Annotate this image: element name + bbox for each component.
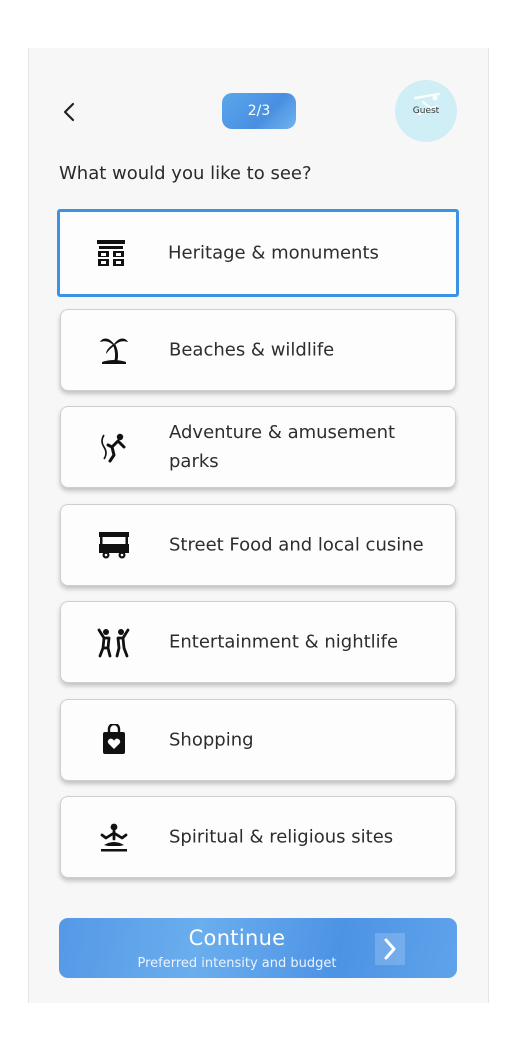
option-heritage[interactable]: Heritage & monuments [57,209,459,297]
people-dancing-icon [97,625,131,659]
question-prompt: What would you like to see? [59,163,312,184]
option-label: Shopping [169,729,254,751]
option-label: Entertainment & nightlife [169,631,399,653]
option-label: Adventure & amusement parks [169,422,396,472]
option-label: Street Food and local cusine [169,534,424,556]
monument-icon [94,236,128,270]
option-label: Beaches & wildlife [169,339,335,361]
palm-tree-icon [97,333,131,367]
option-adventure[interactable]: Adventure & amusement parks [60,406,456,488]
option-entertainment[interactable]: Entertainment & nightlife [60,601,456,683]
bungee-jump-icon [97,430,131,464]
chevron-left-icon [63,102,75,122]
continue-subtitle: Preferred intensity and budget [137,956,337,971]
option-label: Heritage & monuments [168,242,379,264]
option-label: Spiritual & religious sites [169,826,394,848]
chevron-right-icon [375,933,405,965]
step-indicator: 2/3 [222,93,296,129]
guest-avatar[interactable]: Guest [395,80,457,142]
option-spiritual[interactable]: Spiritual & religious sites [60,796,456,878]
continue-title: Continue [188,926,286,950]
back-button[interactable] [58,97,80,127]
food-cart-icon [97,528,131,562]
avatar-label: Guest [412,106,440,116]
option-beaches[interactable]: Beaches & wildlife [60,309,456,391]
continue-button[interactable]: Continue Preferred intensity and budget [59,918,457,978]
option-street-food[interactable]: Street Food and local cusine [60,504,456,586]
option-shopping[interactable]: Shopping [60,699,456,781]
meditation-icon [97,820,131,854]
shopping-bag-heart-icon [97,723,131,757]
